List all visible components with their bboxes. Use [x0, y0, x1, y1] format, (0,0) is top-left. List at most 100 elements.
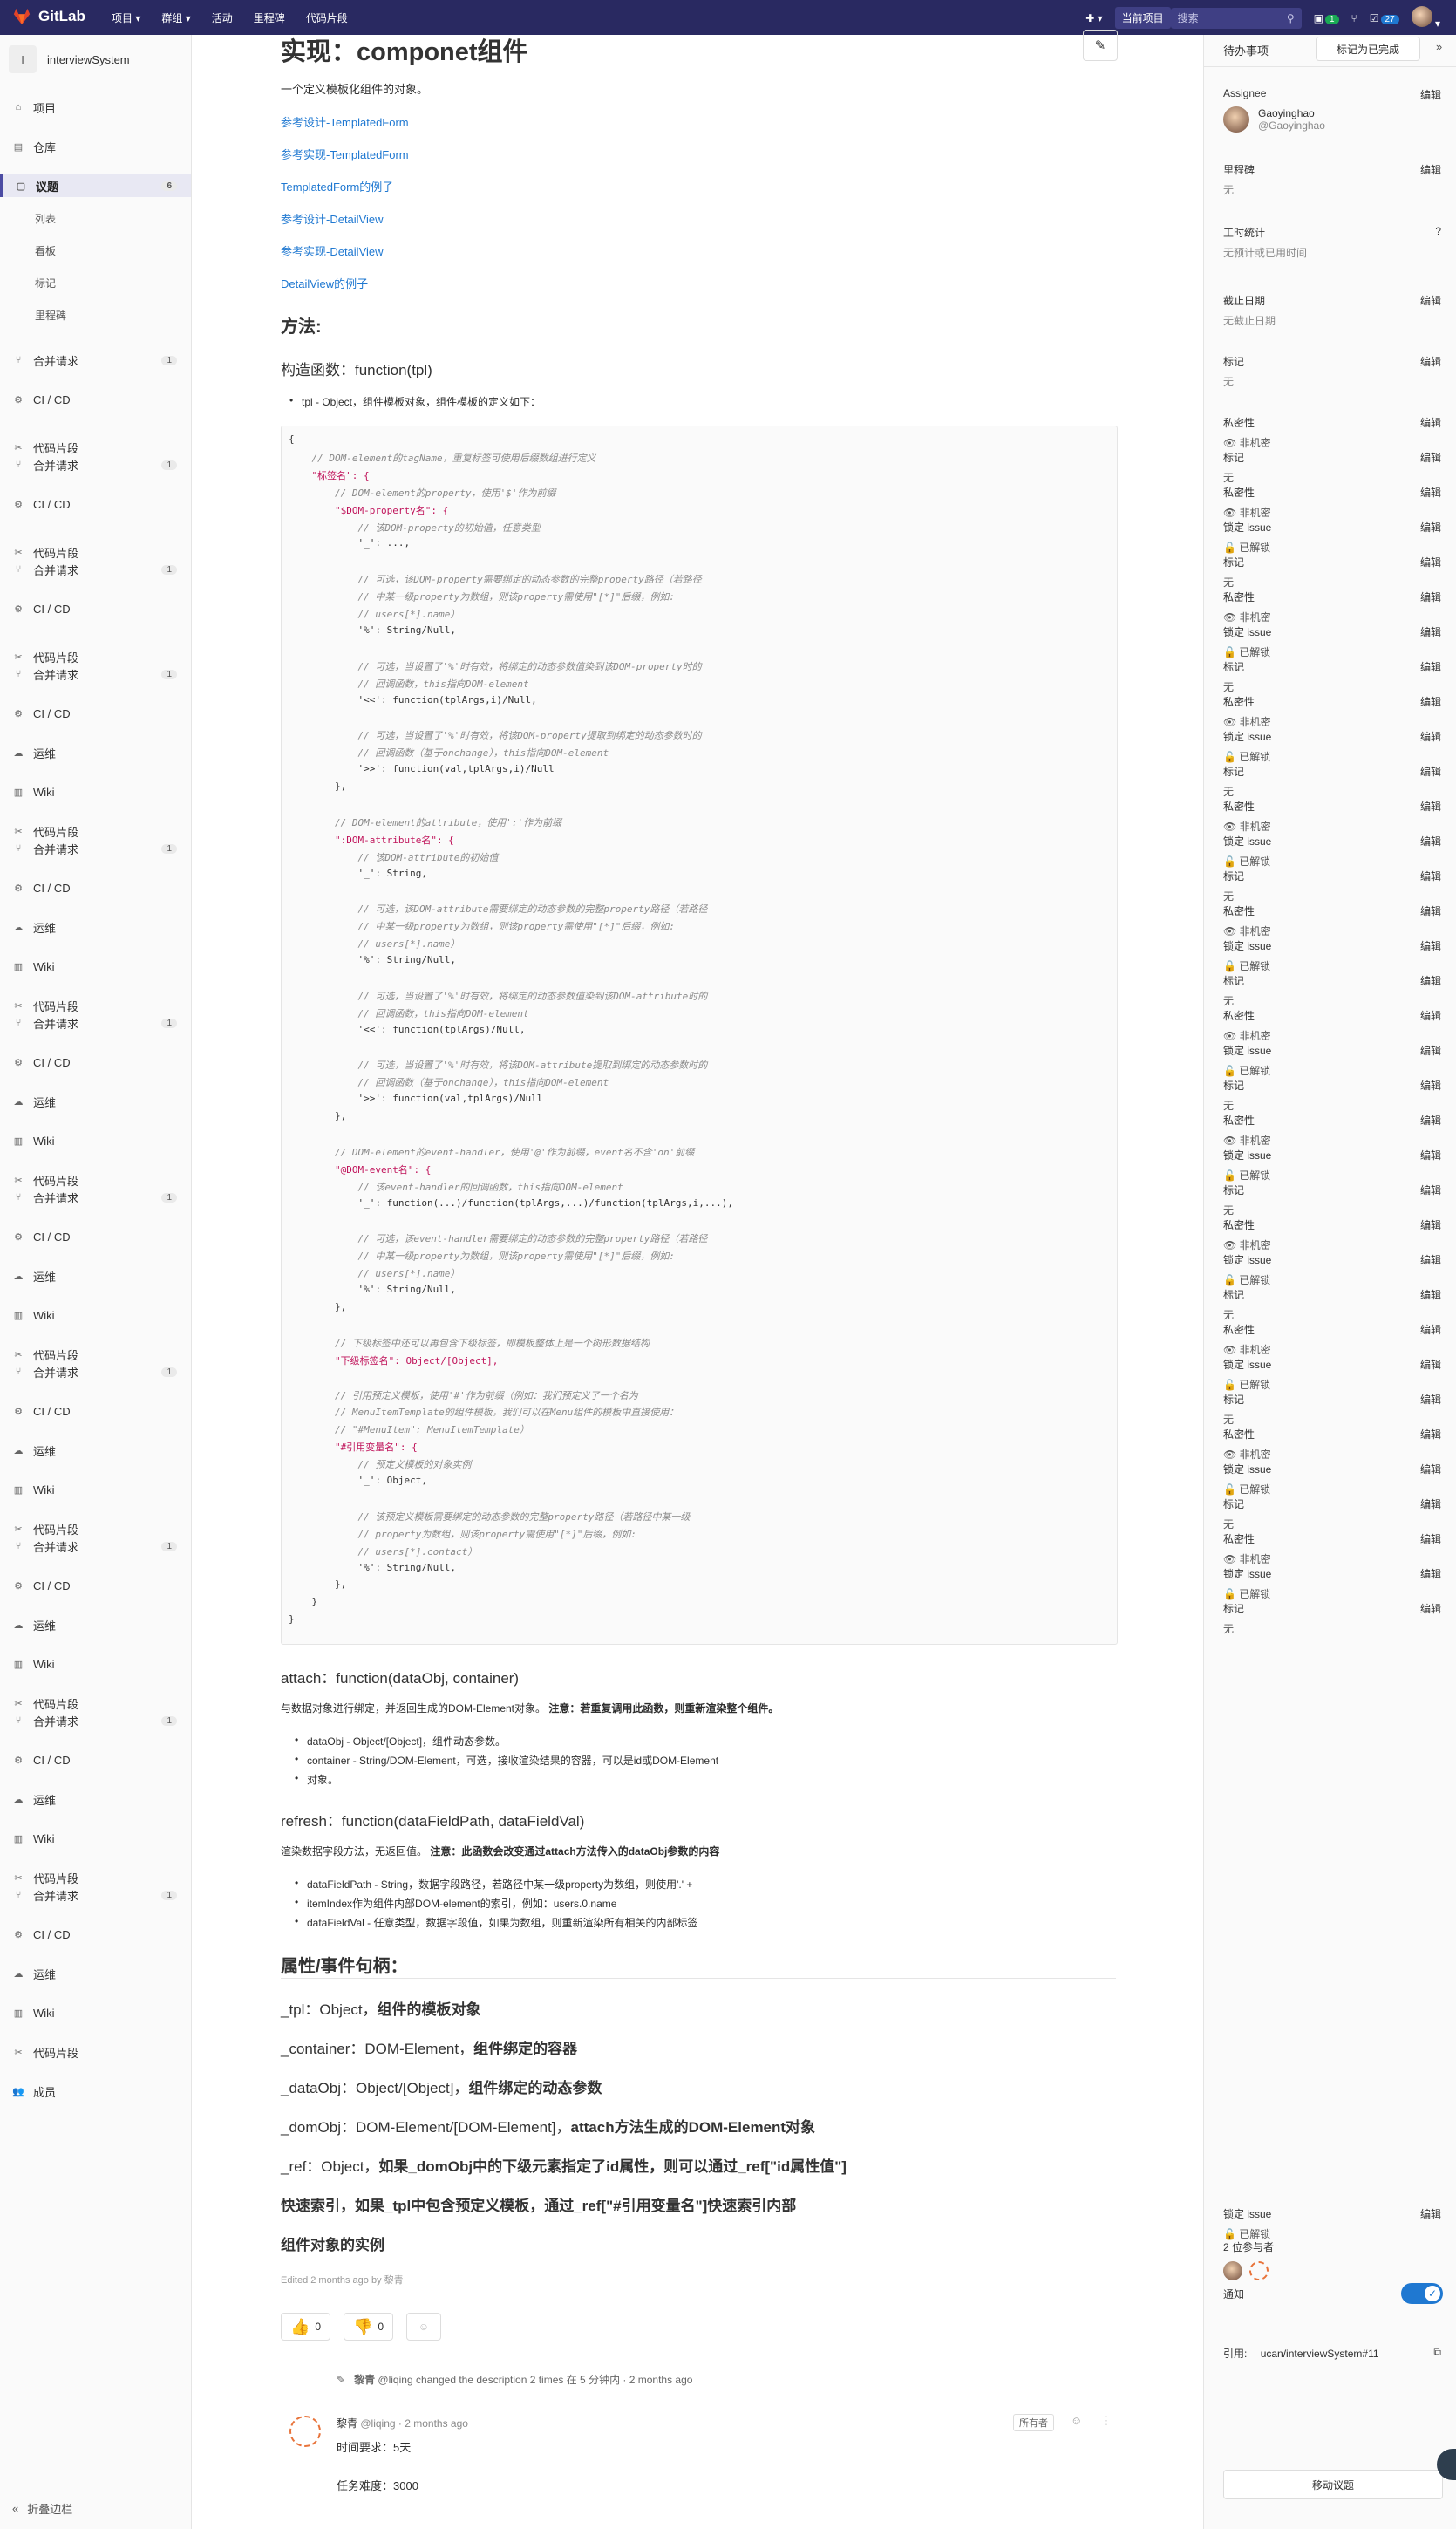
thumbs-down-button[interactable]: 👎 0: [344, 2313, 394, 2341]
nav-milestones[interactable]: 里程碑: [254, 10, 285, 25]
labels-edit[interactable]: 编辑: [1420, 1287, 1441, 1302]
add-reaction-button[interactable]: ☺: [406, 2313, 441, 2341]
lock-issue-edit[interactable]: 编辑: [1420, 1043, 1441, 1058]
sidebar-item-operations[interactable]: ☁ 运维: [0, 1613, 191, 1636]
confidentiality-edit[interactable]: 编辑: [1420, 903, 1441, 918]
sidebar-subitem-list[interactable]: 列表: [0, 208, 191, 228]
participant-avatar[interactable]: [1249, 2261, 1269, 2280]
sidebar-item-repository[interactable]: ▤ 仓库: [0, 135, 191, 158]
lock-issue-edit[interactable]: 编辑: [1420, 1566, 1441, 1581]
lock-issue-edit[interactable]: 编辑: [1420, 729, 1441, 744]
collapse-right-icon[interactable]: »: [1436, 40, 1442, 53]
sidebar-item-merge-requests[interactable]: ⑂ 合并请求 1: [0, 1709, 191, 1732]
sidebar-item-merge-requests[interactable]: ⑂ 合并请求 1: [0, 1360, 191, 1383]
merge-request-icon[interactable]: ⑂: [1351, 12, 1357, 24]
link-example-detailview[interactable]: DetailView的例子: [281, 275, 368, 291]
todo-icon[interactable]: ☑ 27: [1370, 12, 1399, 24]
confidentiality-edit[interactable]: 编辑: [1420, 1322, 1441, 1337]
notifications-toggle[interactable]: [1401, 2283, 1443, 2304]
confidentiality-edit[interactable]: 编辑: [1420, 590, 1441, 604]
labels-edit[interactable]: 编辑: [1420, 869, 1441, 883]
nav-activity[interactable]: 活动: [212, 10, 233, 25]
sidebar-item-merge-requests[interactable]: ⑂ 合并请求 1: [0, 453, 191, 476]
nav-groups[interactable]: 群组 ▾: [161, 10, 190, 25]
sidebar-item-wiki[interactable]: ▥ Wiki: [0, 1304, 191, 1326]
thumbs-up-button[interactable]: 👍 0: [281, 2313, 331, 2341]
sidebar-item-cicd[interactable]: ⚙ CI / CD: [0, 1923, 191, 1946]
lock-issue-edit[interactable]: 编辑: [1420, 1148, 1441, 1162]
confidentiality-edit[interactable]: 编辑: [1420, 1531, 1441, 1546]
sidebar-subitem-labels[interactable]: 标记: [0, 273, 191, 292]
labels-edit[interactable]: 编辑: [1420, 1496, 1441, 1511]
link-impl-templatedform[interactable]: 参考实现-TemplatedForm: [281, 146, 409, 162]
sidebar-item-operations[interactable]: ☁ 运维: [0, 1788, 191, 1810]
labels-edit[interactable]: 编辑: [1420, 973, 1441, 988]
sidebar-item-cicd[interactable]: ⚙ CI / CD: [0, 702, 191, 725]
sidebar-item-wiki[interactable]: ▥ Wiki: [0, 781, 191, 803]
nav-snippets[interactable]: 代码片段: [306, 10, 348, 25]
confidentiality-edit[interactable]: 编辑: [1420, 1427, 1441, 1442]
commenter-avatar[interactable]: [289, 2416, 321, 2447]
sidebar-item-wiki[interactable]: ▥ Wiki: [0, 955, 191, 978]
help-icon[interactable]: ?: [1435, 225, 1441, 237]
lock-issue-edit[interactable]: 编辑: [1420, 624, 1441, 639]
lock-issue-edit[interactable]: 编辑: [1420, 1357, 1441, 1372]
confidentiality-edit[interactable]: 编辑: [1420, 1113, 1441, 1128]
mark-done-button[interactable]: 标记为已完成: [1316, 37, 1420, 61]
sidebar-subitem-milestones[interactable]: 里程碑: [0, 305, 191, 324]
plus-icon[interactable]: ✚ ▾: [1085, 12, 1102, 24]
sidebar-item-snippets[interactable]: ✂ 代码片段: [0, 2041, 191, 2063]
confidentiality-edit[interactable]: 编辑: [1420, 1217, 1441, 1232]
sidebar-item-issues[interactable]: ▢ 议题 6: [0, 174, 191, 197]
sidebar-item-cicd[interactable]: ⚙ CI / CD: [0, 1574, 191, 1597]
issues-icon[interactable]: ▣ 1: [1314, 12, 1339, 24]
labels-edit[interactable]: 编辑: [1420, 354, 1441, 369]
assignee-edit[interactable]: 编辑: [1420, 87, 1441, 102]
milestone-edit[interactable]: 编辑: [1420, 162, 1441, 177]
lock-issue-edit[interactable]: 编辑: [1420, 1252, 1441, 1267]
collapse-sidebar-button[interactable]: « 折叠边栏: [12, 2500, 72, 2517]
sidebar-item-cicd[interactable]: ⚙ CI / CD: [0, 1748, 191, 1771]
sidebar-item-merge-requests[interactable]: ⑂ 合并请求 1: [0, 663, 191, 685]
lock-issue-edit[interactable]: 编辑: [1420, 834, 1441, 849]
sidebar-item-project[interactable]: ⌂ 项目: [0, 96, 191, 119]
sidebar-item-wiki[interactable]: ▥ Wiki: [0, 1478, 191, 1501]
sidebar-item-operations[interactable]: ☁ 运维: [0, 916, 191, 938]
confidentiality-edit[interactable]: 编辑: [1420, 415, 1441, 430]
link-example-templatedform[interactable]: TemplatedForm的例子: [281, 178, 393, 194]
labels-edit[interactable]: 编辑: [1420, 1183, 1441, 1197]
sidebar-item-merge-requests[interactable]: ⑂ 合并请求 1: [0, 1012, 191, 1034]
lock-issue-edit[interactable]: 编辑: [1420, 1462, 1441, 1476]
link-design-detailview[interactable]: 参考设计-DetailView: [281, 210, 384, 227]
participant-avatar[interactable]: [1223, 2261, 1242, 2280]
confidentiality-edit[interactable]: 编辑: [1420, 1008, 1441, 1023]
search-input[interactable]: 搜索 ⚲: [1170, 7, 1302, 29]
move-issue-button[interactable]: 移动议题: [1223, 2470, 1443, 2499]
sidebar-item-merge-requests[interactable]: ⑂ 合并请求 1: [0, 1884, 191, 1906]
confidentiality-edit[interactable]: 编辑: [1420, 799, 1441, 814]
link-impl-detailview[interactable]: 参考实现-DetailView: [281, 242, 384, 259]
confidentiality-edit[interactable]: 编辑: [1420, 694, 1441, 709]
copy-icon[interactable]: ⧉: [1433, 2346, 1441, 2359]
sidebar-item-merge-requests[interactable]: ⑂ 合并请求 1: [0, 349, 191, 372]
activity-user[interactable]: 黎青: [354, 2374, 375, 2386]
lock-issue-edit[interactable]: 编辑: [1420, 938, 1441, 953]
sidebar-item-cicd[interactable]: ⚙ CI / CD: [0, 493, 191, 515]
sidebar-item-wiki[interactable]: ▥ Wiki: [0, 1653, 191, 1675]
confidentiality-edit[interactable]: 编辑: [1420, 485, 1441, 500]
edit-description-button[interactable]: ✎: [1083, 30, 1118, 61]
sidebar-item-operations[interactable]: ☁ 运维: [0, 741, 191, 764]
sidebar-item-members[interactable]: 👥 成员: [0, 2080, 191, 2103]
emoji-icon[interactable]: ☺: [1071, 2414, 1082, 2427]
labels-edit[interactable]: 编辑: [1420, 1601, 1441, 1616]
sidebar-subitem-boards[interactable]: 看板: [0, 241, 191, 260]
sidebar-item-operations[interactable]: ☁ 运维: [0, 1264, 191, 1287]
sidebar-item-merge-requests[interactable]: ⑂ 合并请求 1: [0, 1535, 191, 1558]
labels-edit[interactable]: 编辑: [1420, 450, 1441, 465]
sidebar-item-cicd[interactable]: ⚙ CI / CD: [0, 1225, 191, 1248]
lock-issue-edit[interactable]: 编辑: [1420, 2206, 1441, 2221]
labels-edit[interactable]: 编辑: [1420, 764, 1441, 779]
comment-user[interactable]: 黎青: [337, 2417, 357, 2430]
labels-edit[interactable]: 编辑: [1420, 1392, 1441, 1407]
sidebar-item-cicd[interactable]: ⚙ CI / CD: [0, 876, 191, 899]
